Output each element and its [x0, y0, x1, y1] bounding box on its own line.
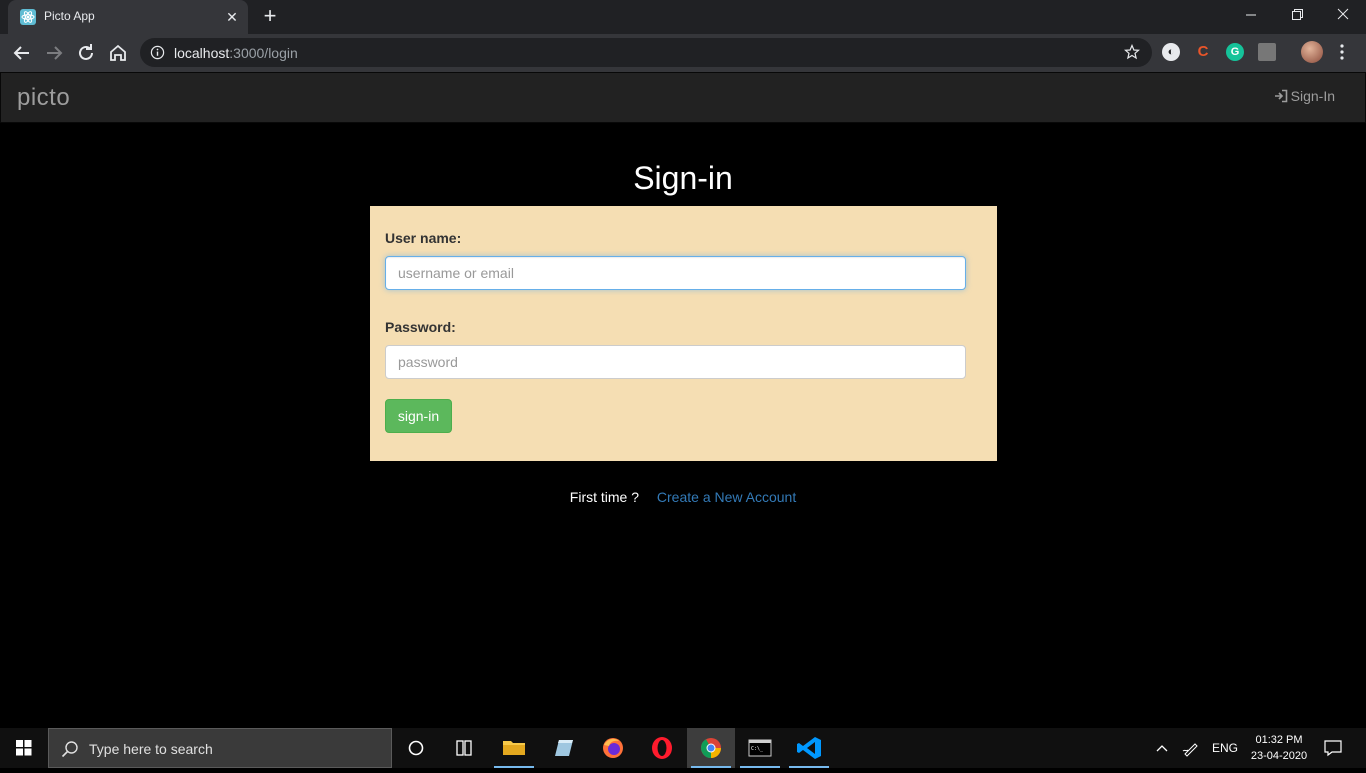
system-clock[interactable]: 01:32 PM 23-04-2020 — [1244, 732, 1314, 764]
home-icon[interactable] — [106, 41, 130, 65]
sign-in-button[interactable]: sign-in — [385, 399, 452, 433]
nav-signin-label: Sign-In — [1290, 88, 1335, 104]
chevron-up-icon[interactable] — [1154, 740, 1170, 756]
browser-tabstrip: Picto App ✕ + — [0, 0, 1366, 34]
svg-text:C:\_: C:\_ — [751, 746, 764, 752]
close-icon — [1337, 8, 1349, 20]
terminal-taskbar-button[interactable]: C:\_ — [736, 728, 784, 768]
tab-close-icon[interactable]: ✕ — [224, 9, 240, 25]
minimize-button[interactable] — [1228, 0, 1274, 30]
first-time-text: First time ? — [569, 489, 640, 505]
folder-icon — [503, 741, 525, 755]
search-icon — [61, 741, 78, 758]
url-host: localhost — [174, 45, 230, 61]
firefox-icon[interactable] — [589, 728, 637, 768]
windows-start-icon[interactable] — [0, 728, 48, 768]
minimize-icon — [1246, 14, 1256, 16]
url-text: localhost:3000/login — [174, 45, 298, 61]
taskbar-search-box[interactable]: Type here to search — [48, 728, 392, 768]
forward-arrow-icon[interactable] — [42, 41, 66, 65]
app-navbar: picto Sign-In — [0, 72, 1366, 123]
coupon-extension-icon[interactable]: C — [1194, 43, 1212, 61]
clock-time: 01:32 PM — [1255, 734, 1303, 746]
vscode-taskbar-button[interactable] — [785, 728, 833, 768]
restore-button[interactable] — [1274, 0, 1320, 30]
signup-prompt: First time ? Create a New Account — [0, 489, 1366, 505]
new-tab-button[interactable]: + — [258, 5, 282, 29]
chrome-icon — [700, 738, 721, 759]
brand-logo[interactable]: picto — [17, 84, 70, 112]
file-explorer-taskbar-button[interactable] — [490, 728, 538, 768]
windows-taskbar: Type here to search C:\_ ENG 01:32 PM 23… — [0, 728, 1366, 768]
terminal-icon: C:\_ — [748, 739, 772, 757]
extension-icon[interactable]: ◐ — [1162, 43, 1180, 61]
back-arrow-icon[interactable] — [10, 41, 34, 65]
opera-icon[interactable] — [638, 728, 686, 768]
notification-icon[interactable] — [1323, 739, 1343, 757]
extension-square-icon[interactable] — [1258, 43, 1276, 61]
page-title: Sign-in — [633, 160, 733, 196]
address-bar[interactable]: localhost:3000/login — [140, 38, 1152, 67]
language-indicator[interactable]: ENG — [1212, 741, 1238, 755]
password-input[interactable] — [385, 345, 966, 379]
menu-dots-icon[interactable] — [1336, 43, 1348, 61]
tab-title: Picto App — [44, 9, 95, 23]
react-icon — [20, 9, 36, 25]
cortana-icon[interactable] — [392, 728, 440, 768]
close-window-button[interactable] — [1320, 0, 1366, 30]
vscode-icon — [797, 737, 821, 759]
bookmark-star-icon[interactable] — [1124, 44, 1140, 60]
pen-icon[interactable] — [1182, 739, 1200, 757]
notes-app-icon[interactable] — [540, 728, 588, 768]
restore-icon — [1292, 9, 1303, 20]
password-label: Password: — [385, 319, 456, 335]
info-icon[interactable] — [150, 45, 165, 60]
grammarly-icon[interactable]: G — [1226, 43, 1244, 61]
username-input[interactable] — [385, 256, 966, 290]
login-form-panel: User name: Password: sign-in — [370, 206, 997, 461]
profile-avatar[interactable] — [1301, 41, 1323, 63]
browser-toolbar: localhost:3000/login ◐ C G — [0, 34, 1366, 72]
chrome-taskbar-button[interactable] — [687, 728, 735, 768]
clock-date: 23-04-2020 — [1250, 750, 1308, 762]
sign-in-icon — [1274, 89, 1287, 103]
username-label: User name: — [385, 230, 462, 246]
browser-tab[interactable]: Picto App ✕ — [8, 0, 248, 34]
create-account-link[interactable]: Create a New Account — [657, 489, 796, 505]
search-placeholder: Type here to search — [89, 741, 213, 757]
url-path: :3000/login — [229, 45, 298, 61]
nav-signin-link[interactable]: Sign-In — [1274, 88, 1335, 104]
task-view-icon[interactable] — [440, 728, 488, 768]
reload-icon[interactable] — [74, 41, 98, 65]
